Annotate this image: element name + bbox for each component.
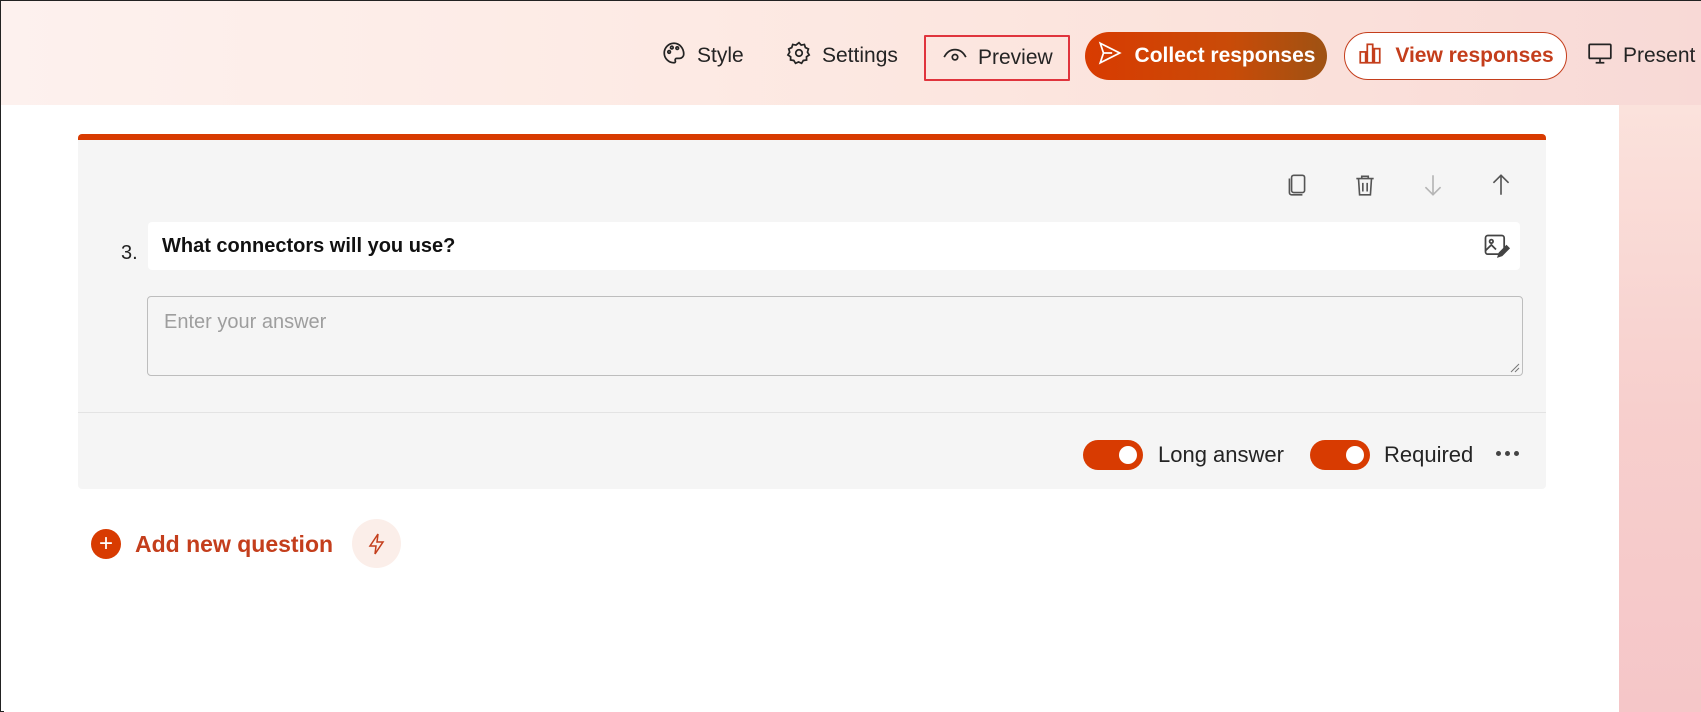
collect-responses-button[interactable]: Collect responses bbox=[1085, 32, 1327, 80]
palette-icon bbox=[661, 40, 687, 72]
arrow-up-icon[interactable] bbox=[1486, 170, 1516, 200]
side-background bbox=[1619, 105, 1701, 712]
plus-icon: + bbox=[91, 529, 121, 559]
settings-label: Settings bbox=[822, 44, 898, 67]
resize-grip-icon[interactable] bbox=[1508, 361, 1520, 373]
lightning-icon[interactable] bbox=[352, 519, 401, 568]
trash-icon[interactable] bbox=[1350, 170, 1380, 200]
present-label: Present bbox=[1623, 44, 1696, 67]
collect-label: Collect responses bbox=[1134, 44, 1316, 67]
gear-icon bbox=[786, 40, 812, 72]
arrow-down-icon[interactable] bbox=[1418, 170, 1448, 200]
question-tools bbox=[1282, 170, 1516, 200]
style-button[interactable]: Style bbox=[661, 31, 744, 81]
bar-chart-icon bbox=[1357, 40, 1383, 72]
preview-button[interactable]: Preview bbox=[924, 35, 1070, 81]
question-card[interactable]: 3. What connectors will you use? Enter y… bbox=[78, 134, 1546, 489]
style-label: Style bbox=[697, 44, 744, 67]
answer-textarea[interactable]: Enter your answer bbox=[147, 296, 1523, 376]
answer-placeholder: Enter your answer bbox=[164, 311, 327, 333]
presentation-icon bbox=[1587, 40, 1613, 72]
long-answer-toggle[interactable] bbox=[1083, 440, 1143, 470]
copy-icon[interactable] bbox=[1282, 170, 1312, 200]
long-answer-label: Long answer bbox=[1158, 442, 1284, 467]
send-icon bbox=[1097, 40, 1123, 72]
question-title-field[interactable]: What connectors will you use? bbox=[148, 222, 1520, 270]
required-label: Required bbox=[1384, 442, 1474, 467]
preview-label: Preview bbox=[978, 46, 1053, 69]
settings-button[interactable]: Settings bbox=[786, 31, 898, 81]
eye-icon bbox=[942, 42, 968, 74]
more-options-button[interactable] bbox=[1487, 438, 1527, 468]
add-new-question-button[interactable]: + Add new question bbox=[91, 529, 333, 559]
view-label: View responses bbox=[1395, 44, 1554, 67]
question-number: 3. bbox=[121, 242, 138, 264]
add-new-question-label: Add new question bbox=[135, 530, 334, 557]
question-options: Long answer Required bbox=[78, 430, 1546, 480]
image-edit-icon[interactable] bbox=[1482, 232, 1511, 260]
question-title: What connectors will you use? bbox=[162, 234, 456, 257]
card-divider bbox=[78, 412, 1546, 413]
more-icon bbox=[1495, 450, 1501, 456]
required-toggle[interactable] bbox=[1310, 440, 1370, 470]
view-responses-button[interactable]: View responses bbox=[1344, 32, 1567, 80]
present-button[interactable]: Present bbox=[1587, 31, 1695, 81]
